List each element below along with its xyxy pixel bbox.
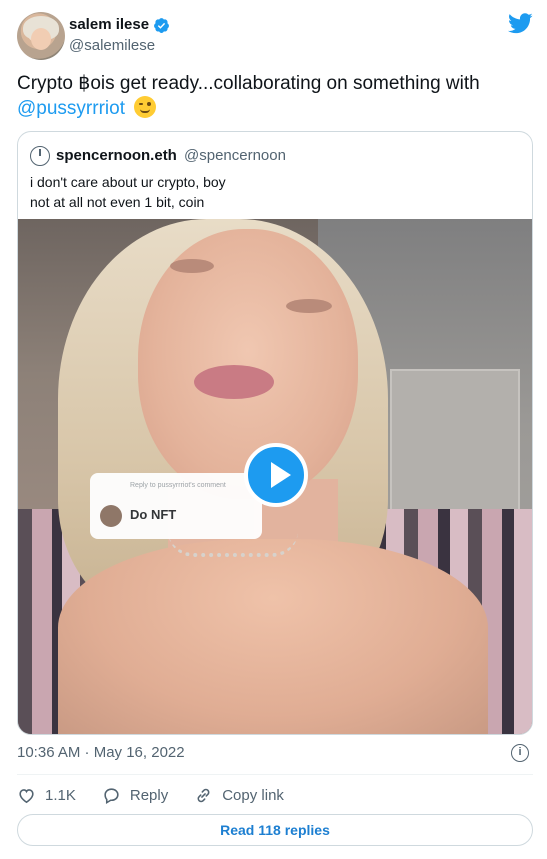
video-lips xyxy=(194,365,274,399)
copy-link-label: Copy link xyxy=(222,786,284,804)
reply-sticker-subtitle: Reply to pussyrrriot's comment xyxy=(130,482,226,489)
reply-label: Reply xyxy=(129,786,169,804)
info-icon[interactable]: i xyxy=(511,744,529,762)
author-name-row[interactable]: salem ilese xyxy=(69,15,170,35)
winking-face-icon xyxy=(134,96,157,118)
reply-button[interactable]: Reply xyxy=(102,786,168,805)
video-eye-left xyxy=(170,259,214,273)
video-reply-sticker: Reply to pussyrrriot's comment Do NFT xyxy=(90,473,262,539)
quoted-author-name[interactable]: spencernoon.eth xyxy=(56,146,177,166)
tweet-mention-link[interactable]: @pussyrrriot xyxy=(17,98,125,119)
tweet-timestamp[interactable]: 10:36 AM · May 16, 2022 xyxy=(17,743,185,763)
like-button[interactable]: 1.1K xyxy=(17,786,76,805)
like-count: 1.1K xyxy=(45,786,76,804)
divider xyxy=(17,774,533,775)
link-icon xyxy=(197,788,210,802)
avatar[interactable] xyxy=(17,12,65,60)
video-thumbnail[interactable]: Reply to pussyrrriot's comment Do NFT xyxy=(18,219,532,734)
heart-icon xyxy=(19,788,34,803)
quoted-tweet[interactable]: spencernoon.eth @spencernoon i don't car… xyxy=(17,131,533,735)
tweet-body: Crypto ฿ois get ready...collaborating on… xyxy=(17,73,480,94)
author-name[interactable]: salem ilese xyxy=(69,15,149,35)
video-eye-right xyxy=(286,299,332,313)
action-bar: 1.1K Reply Copy link xyxy=(17,784,310,806)
author-handle[interactable]: @salemilese xyxy=(69,36,155,56)
read-replies-button[interactable]: Read 118 replies xyxy=(17,814,533,846)
quoted-author-handle[interactable]: @spencernoon xyxy=(184,146,286,166)
copy-link-button[interactable]: Copy link xyxy=(194,786,284,805)
avatar-face xyxy=(31,28,51,50)
tweet-text: Crypto ฿ois get ready...collaborating on… xyxy=(17,72,537,121)
reply-bubble-icon xyxy=(104,787,119,804)
play-button[interactable] xyxy=(244,443,308,507)
quoted-tweet-text: i don't care about ur crypto, boy not at… xyxy=(30,174,226,210)
twitter-bird-icon[interactable] xyxy=(508,13,533,34)
tweet-embed-card: salem ilese @salemilese Crypto ฿ois get … xyxy=(0,0,547,859)
reply-sticker-text: Do NFT xyxy=(130,507,177,522)
video-chest xyxy=(58,539,488,734)
quoted-avatar-icon[interactable] xyxy=(30,146,50,166)
reply-sticker-avatar xyxy=(100,505,122,527)
verified-badge-icon xyxy=(154,17,169,33)
